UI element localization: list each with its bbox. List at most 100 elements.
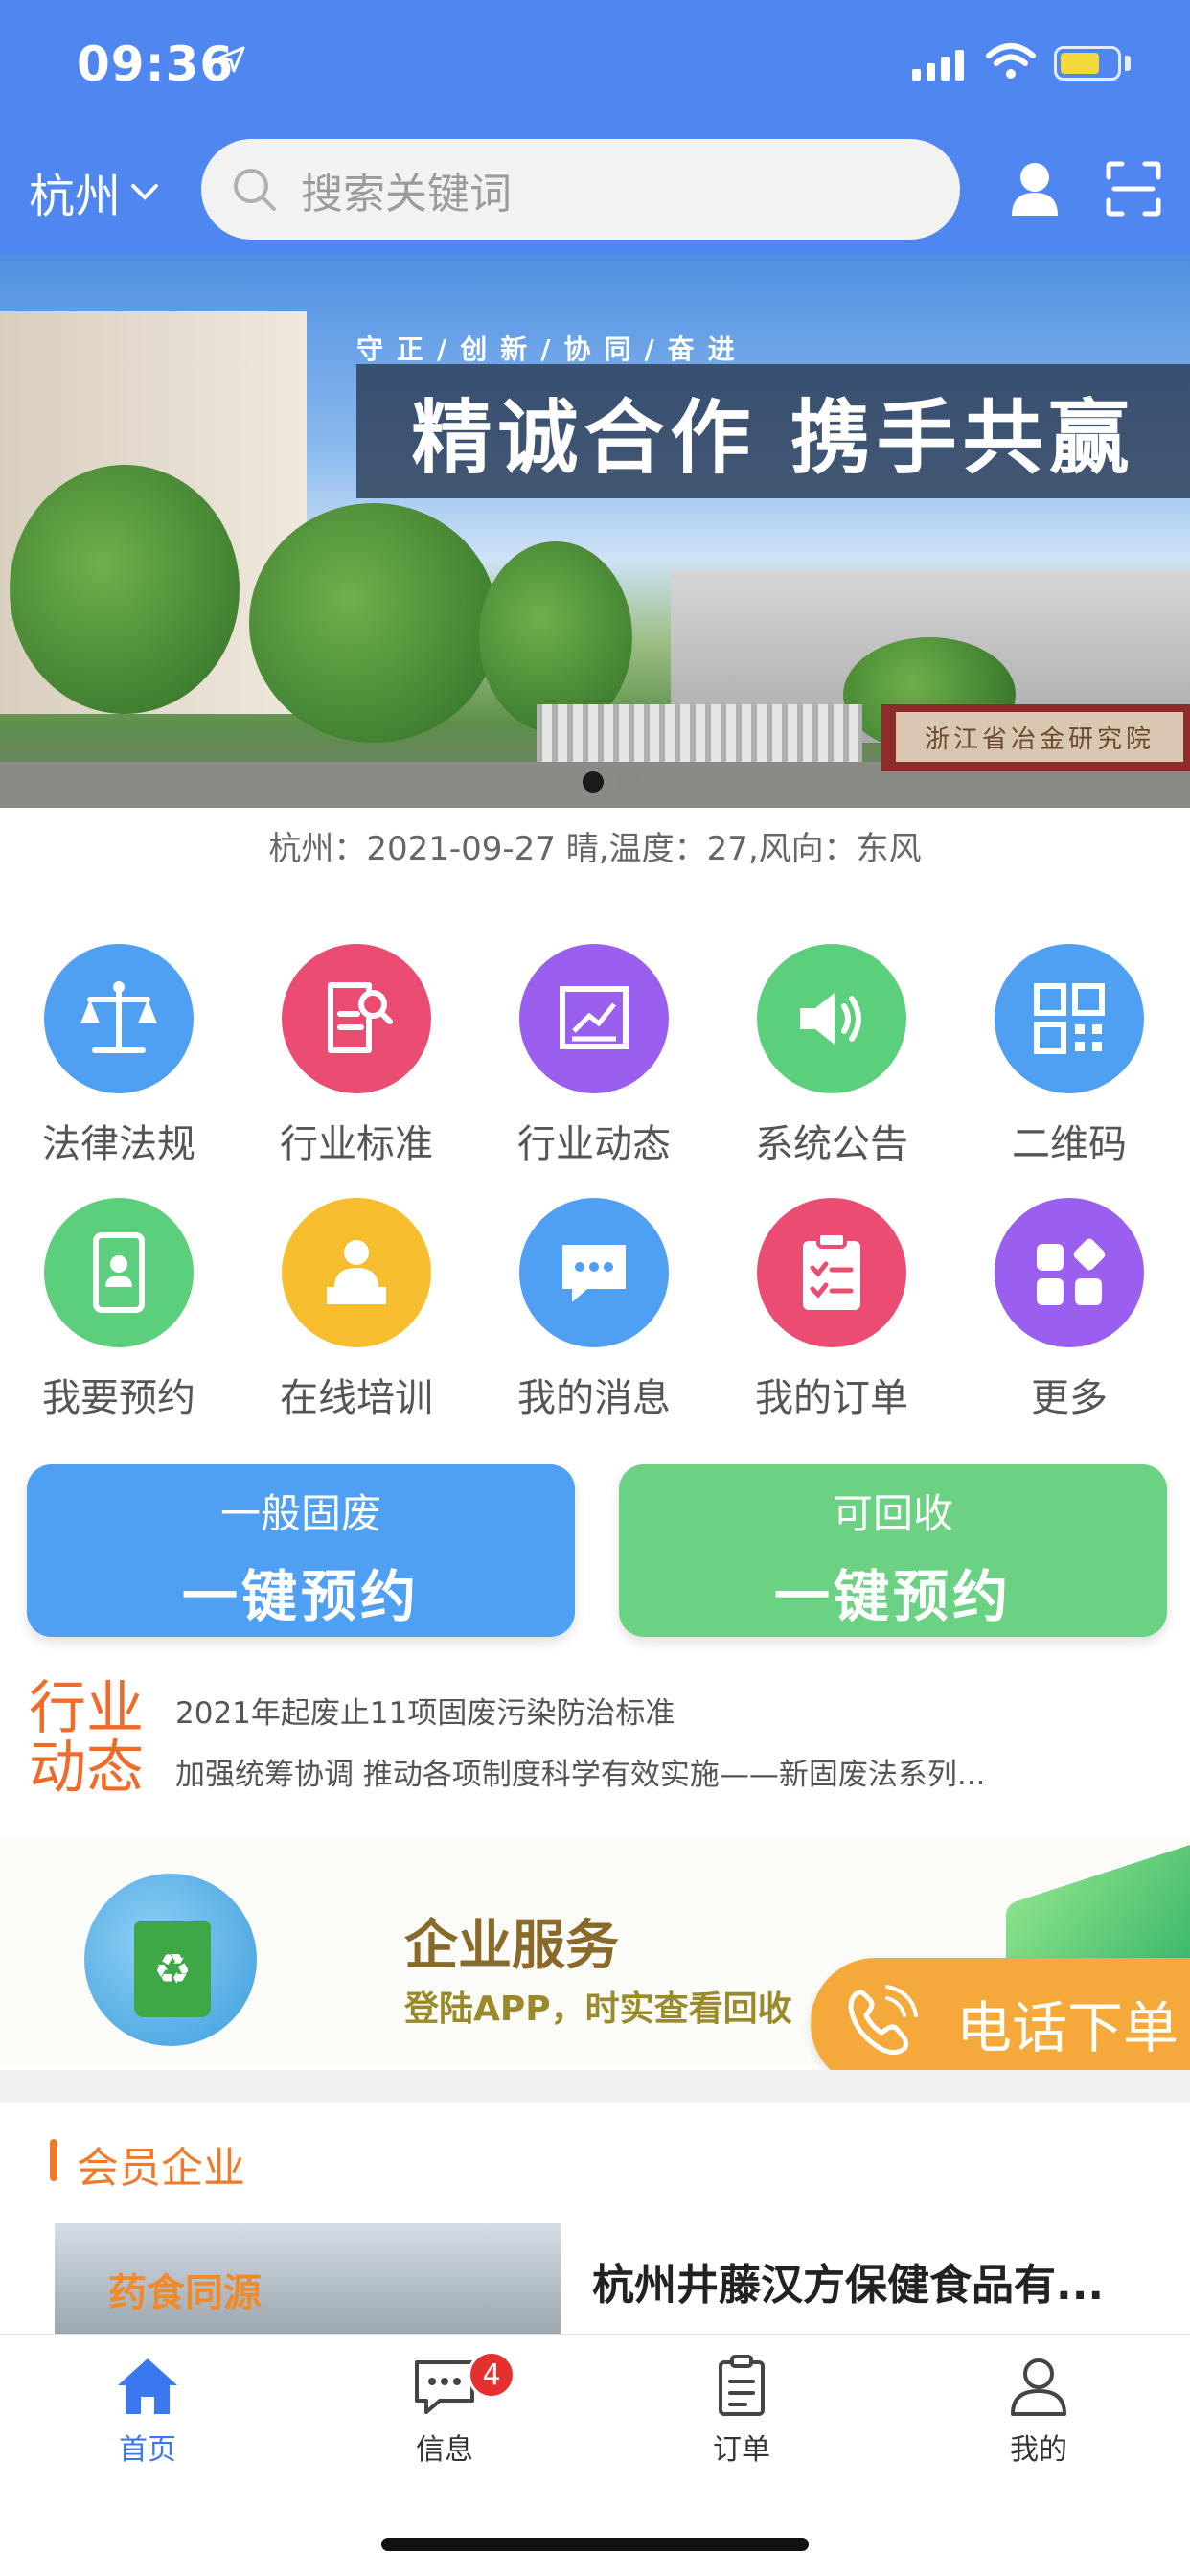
grid-item-training[interactable]: 在线培训: [238, 1198, 475, 1422]
enterprise-subtitle: 登陆APP，时实查看回收: [404, 1990, 792, 2029]
cellular-signal-icon: [912, 48, 964, 80]
tab-orders[interactable]: 订单: [646, 2355, 837, 2468]
grid-circle: [995, 944, 1144, 1093]
chart-board-icon: [560, 986, 629, 1049]
trainer-icon: [327, 1240, 386, 1304]
company-image-text: 药食同源: [108, 2271, 262, 2315]
tab-messages[interactable]: 4 信息: [349, 2351, 540, 2468]
tab-label: 我的: [1010, 2433, 1067, 2467]
apps-icon: [1037, 1238, 1106, 1305]
battery-icon: [1054, 46, 1121, 80]
search-placeholder: 搜索关键词: [301, 169, 512, 218]
grid-circle: [282, 1198, 431, 1347]
home-indicator: [381, 2538, 809, 2551]
book-left-main: 一键预约: [181, 1564, 420, 1629]
grid-circle: [757, 944, 906, 1093]
news-item[interactable]: 2021年起废止11项固废污染防治标准: [175, 1689, 675, 1732]
grid-circle: [757, 1198, 906, 1347]
grid-item-standards[interactable]: 行业标准: [238, 944, 475, 1168]
banner-slogan-box: 精诚合作 携手共赢: [356, 364, 1190, 498]
book-right-main: 一键预约: [773, 1564, 1012, 1629]
city-selector[interactable]: 杭州: [29, 158, 159, 225]
carousel-dot-active[interactable]: [583, 771, 604, 793]
book-recyclable-button[interactable]: 可回收 一键预约: [619, 1464, 1167, 1637]
unread-badge: 4: [468, 2351, 515, 2399]
tab-label: 首页: [119, 2433, 176, 2467]
industry-news-logo: 行业 动态: [29, 1679, 144, 1798]
carousel-dot[interactable]: [617, 771, 638, 793]
tab-label: 订单: [713, 2433, 770, 2467]
book-left-sub: 一般固废: [219, 1490, 381, 1537]
order-list-icon: [719, 2355, 765, 2416]
gate: [537, 704, 862, 762]
status-time: 09:36: [77, 36, 235, 92]
wifi-icon: [986, 43, 1036, 79]
phone-contact-icon: [93, 1232, 145, 1313]
grid-label: 我的订单: [755, 1376, 908, 1420]
grid-circle: [519, 1198, 669, 1347]
grid-item-industry-news[interactable]: 行业动态: [475, 944, 713, 1168]
weather-info: 杭州：2021-09-27 晴,温度：27,风向：东风: [268, 830, 922, 868]
status-bar: 09:36: [0, 0, 1190, 125]
chevron-down-icon: [131, 184, 159, 200]
tab-label: 信息: [416, 2433, 473, 2467]
location-arrow-icon: [218, 46, 245, 73]
grid-item-my-messages[interactable]: 我的消息: [475, 1198, 713, 1422]
phone-order-label: 电话下单: [956, 1995, 1179, 2060]
speaker-icon: [800, 993, 861, 1045]
battery-tip: [1125, 56, 1131, 71]
news-logo-line1: 行业: [29, 1675, 144, 1742]
tree: [249, 503, 498, 743]
grid-circle: [44, 1198, 194, 1347]
company-image[interactable]: 药食同源: [55, 2223, 561, 2338]
app-header: 09:36 杭州 搜索关键词: [0, 0, 1190, 254]
grid-item-qrcode[interactable]: 二维码: [950, 944, 1188, 1168]
grid-label: 二维码: [1012, 1122, 1127, 1166]
search-icon: [234, 168, 276, 211]
grid-label: 我的消息: [517, 1376, 671, 1420]
grid-item-more[interactable]: 更多: [950, 1198, 1188, 1422]
banner-slogan-main: 精诚合作 携手共赢: [411, 389, 1135, 485]
carousel-dots: [583, 771, 638, 793]
document-search-icon: [328, 982, 393, 1053]
city-label: 杭州: [29, 170, 122, 223]
message-icon: [415, 2360, 474, 2414]
clipboard-check-icon: [803, 1231, 860, 1310]
tree: [10, 465, 240, 714]
grid-circle: [519, 944, 669, 1093]
phone-order-button[interactable]: 电话下单: [811, 1958, 1190, 2088]
section-accent-bar: [50, 2139, 57, 2181]
scale-icon: [80, 981, 157, 1053]
news-item[interactable]: 加强统筹协调 推动各项制度科学有效实施——新固废法系列...: [175, 1750, 985, 1793]
grid-label: 系统公告: [755, 1122, 908, 1166]
phone-icon: [848, 1985, 918, 2056]
user-icon[interactable]: [1008, 160, 1062, 218]
news-logo-line2: 动态: [29, 1735, 144, 1802]
search-input[interactable]: 搜索关键词: [201, 139, 960, 240]
tab-profile[interactable]: 我的: [943, 2355, 1134, 2468]
grid-label: 行业动态: [517, 1122, 671, 1166]
grid-item-my-orders[interactable]: 我的订单: [713, 1198, 950, 1422]
person-icon: [1011, 2358, 1066, 2416]
enterprise-title: 企业服务: [404, 1915, 619, 1977]
hero-banner-carousel[interactable]: 浙江省冶金研究院 守正/创新/协同/奋进 精诚合作 携手共赢: [0, 254, 1190, 808]
grid-circle: [995, 1198, 1144, 1347]
banner-slogan-small: 守正/创新/协同/奋进: [356, 334, 748, 365]
grid-label: 我要预约: [42, 1376, 195, 1420]
grid-label: 行业标准: [280, 1122, 433, 1166]
grid-item-law[interactable]: 法律法规: [0, 944, 238, 1168]
book-general-waste-button[interactable]: 一般固废 一键预约: [27, 1464, 575, 1637]
grid-label: 在线培训: [280, 1376, 433, 1420]
company-name[interactable]: 杭州井藤汉方保健食品有...: [592, 2250, 1104, 2312]
grid-item-appointment[interactable]: 我要预约: [0, 1198, 238, 1422]
grid-item-announcement[interactable]: 系统公告: [713, 944, 950, 1168]
tab-home[interactable]: 首页: [52, 2355, 243, 2468]
scan-icon[interactable]: [1105, 160, 1162, 218]
grid-circle: [282, 944, 431, 1093]
chat-icon: [562, 1245, 626, 1302]
qrcode-icon: [1034, 983, 1105, 1054]
grid-label: 法律法规: [42, 1122, 195, 1166]
top-nav: 杭州 搜索关键词: [0, 139, 1190, 244]
grid-label: 更多: [1031, 1376, 1108, 1420]
member-companies-title: 会员企业: [77, 2144, 245, 2193]
